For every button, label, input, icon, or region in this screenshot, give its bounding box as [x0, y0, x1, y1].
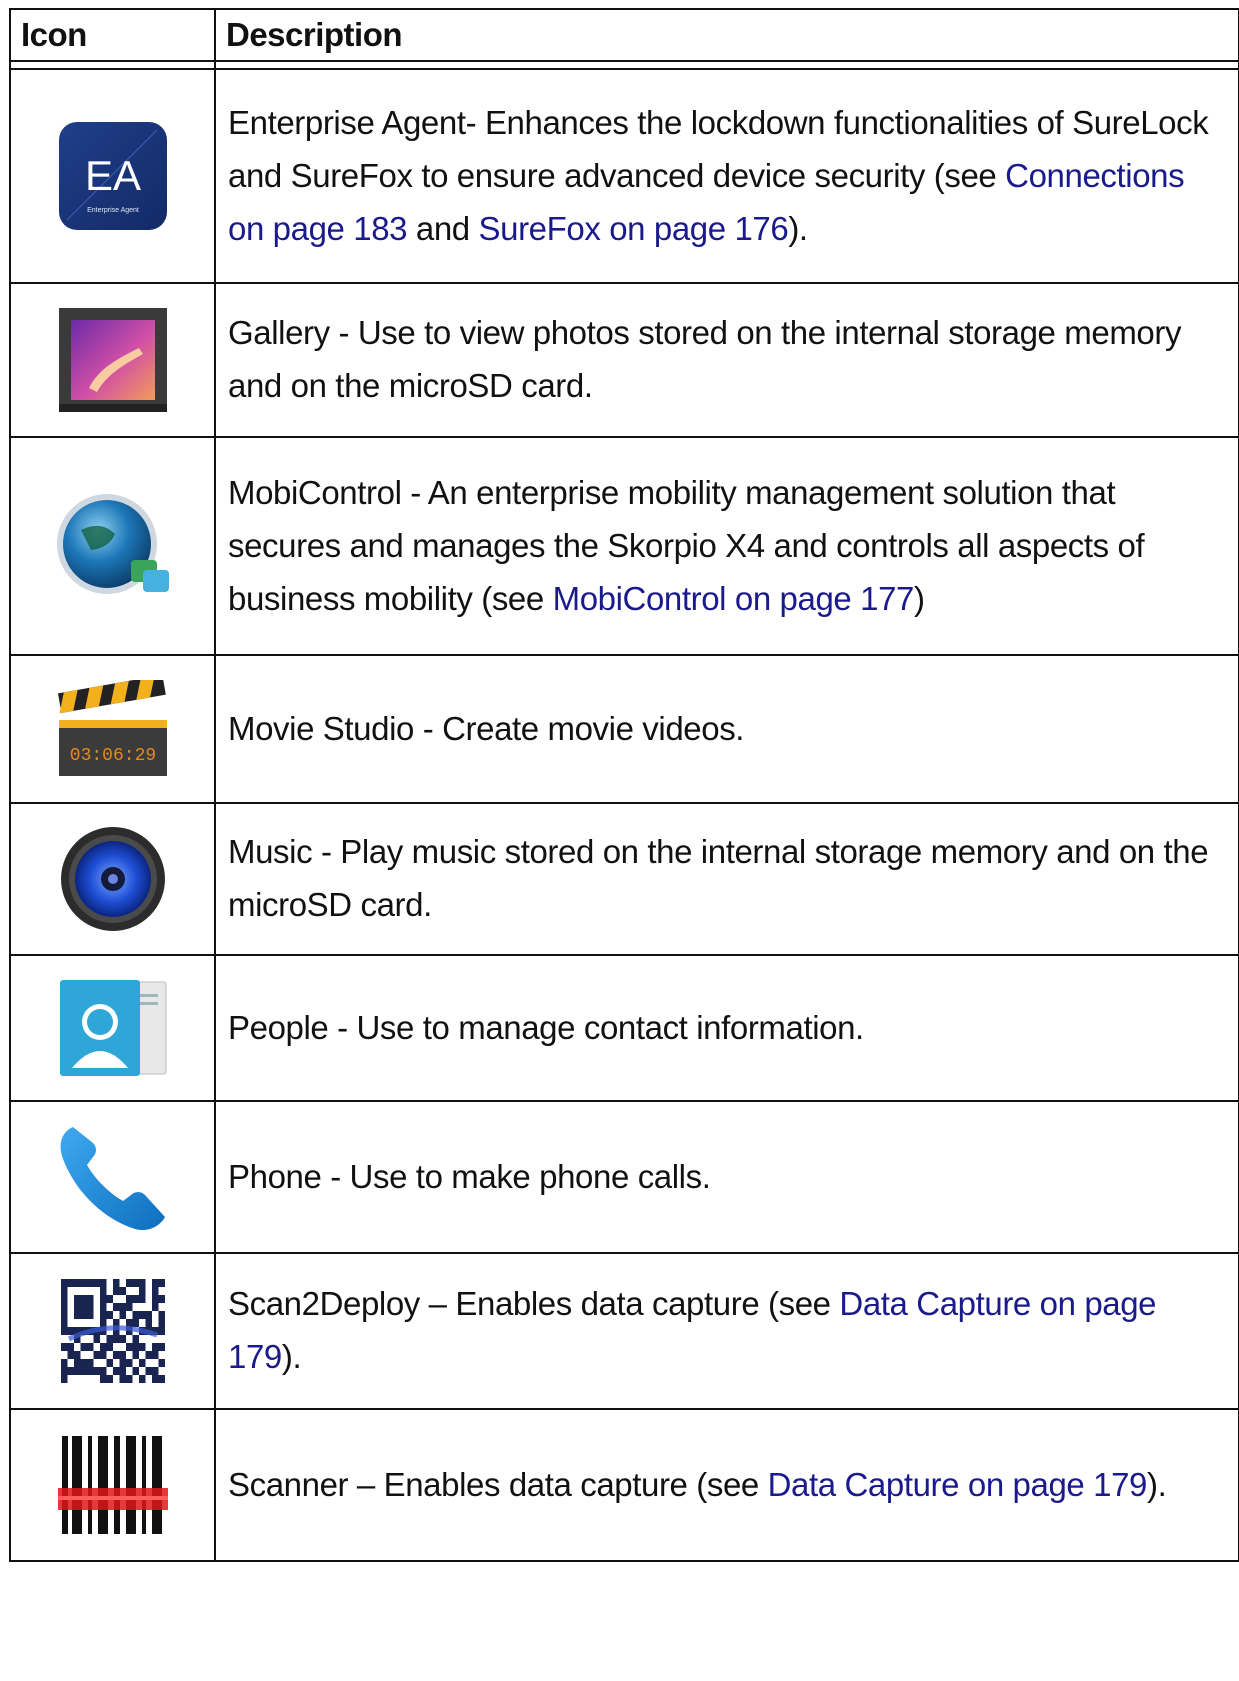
phone-icon [55, 1119, 171, 1235]
icon-cell [9, 1408, 216, 1562]
description-text: Gallery - Use to view photos stored on t… [228, 314, 1182, 404]
description-cell: Music - Play music stored on the interna… [214, 802, 1239, 956]
table-row: Gallery - Use to view photos stored on t… [9, 282, 1239, 438]
table-row: MobiControl - An enterprise mobility man… [9, 436, 1239, 656]
table-row: EA Enterprise Agent Enterprise Agent- En… [9, 68, 1239, 284]
icon-column-header: Icon [9, 8, 216, 62]
icon-cell: 03:06:29 [9, 654, 216, 804]
description-text: Movie Studio - Create movie videos. [228, 709, 745, 747]
icon-cell [9, 282, 216, 438]
header-row: Icon Description [9, 8, 1239, 62]
icon-cell [9, 1100, 216, 1254]
description-text: Music - Play music stored on the interna… [228, 833, 1209, 923]
description-cell: MobiControl - An enterprise mobility man… [214, 436, 1239, 656]
table-row: People - Use to manage contact informati… [9, 954, 1239, 1102]
description-column-header: Description [214, 8, 1239, 62]
icon-cell [9, 802, 216, 956]
description-text: Phone - Use to make phone calls. [228, 1157, 711, 1195]
cross-reference-link[interactable]: Data Capture on page 179 [768, 1466, 1148, 1503]
cross-reference-link[interactable]: SureFox on page 176 [479, 210, 789, 247]
description-text: ). [788, 209, 808, 247]
description-cell: Movie Studio - Create movie videos. [214, 654, 1239, 804]
table-row: Scanner – Enables data capture (see Data… [9, 1408, 1239, 1562]
description-text: and [407, 209, 479, 247]
description-text: Scan2Deploy – Enables data capture (see [228, 1285, 840, 1322]
svg-text:Enterprise Agent: Enterprise Agent [87, 207, 139, 214]
header-spacer-row [9, 60, 1239, 70]
people-icon [58, 978, 168, 1078]
svg-text:03:06:29: 03:06:29 [69, 746, 155, 766]
table-row: Music - Play music stored on the interna… [9, 802, 1239, 956]
mobicontrol-icon [51, 490, 175, 602]
description-text: ). [281, 1338, 302, 1375]
description-text: Scanner – Enables data capture (see [228, 1465, 768, 1503]
icon-cell [9, 954, 216, 1102]
icon-cell [9, 1252, 216, 1410]
description-text: People - Use to manage contact informati… [228, 1008, 864, 1046]
music-icon [58, 824, 168, 934]
description-cell: Scanner – Enables data capture (see Data… [214, 1408, 1239, 1562]
enterprise-agent-icon: EA Enterprise Agent [57, 120, 169, 232]
description-text: ). [1146, 1465, 1167, 1503]
cross-reference-link[interactable]: MobiControl on page 177 [553, 580, 915, 617]
table-row: Scan2Deploy – Enables data capture (see … [9, 1252, 1239, 1410]
description-cell: Scan2Deploy – Enables data capture (see … [214, 1252, 1239, 1410]
app-icons-table: Icon Description EA Enterprise Agent Ent… [9, 8, 1239, 1562]
svg-text:EA: EA [84, 152, 140, 199]
description-cell: Gallery - Use to view photos stored on t… [214, 282, 1239, 438]
gallery-icon [58, 308, 167, 412]
icon-cell: EA Enterprise Agent [9, 68, 216, 284]
description-text: ) [914, 579, 925, 617]
table-row: 03:06:29 Movie Studio - Create movie vid… [9, 654, 1239, 804]
table-row: Phone - Use to make phone calls. [9, 1100, 1239, 1254]
scan2deploy-icon [60, 1279, 165, 1383]
icon-cell [9, 436, 216, 656]
description-cell: Enterprise Agent- Enhances the lockdown … [214, 68, 1239, 284]
description-cell: People - Use to manage contact informati… [214, 954, 1239, 1102]
scanner-icon [57, 1430, 168, 1540]
description-cell: Phone - Use to make phone calls. [214, 1100, 1239, 1254]
movie-studio-icon: 03:06:29 [57, 680, 169, 778]
